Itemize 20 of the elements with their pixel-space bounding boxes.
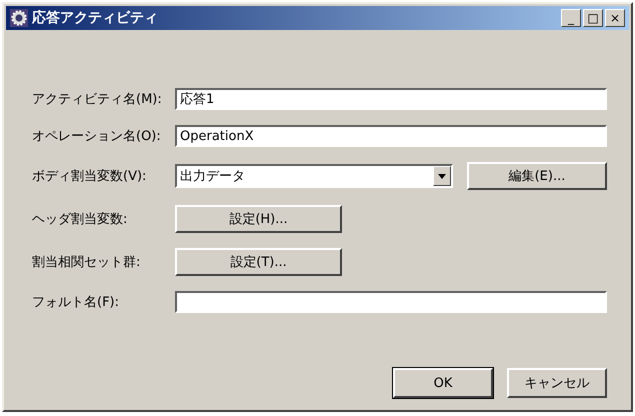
edit-button[interactable]: 編集(E)... bbox=[467, 162, 607, 190]
field-label: オペレーション名(O): bbox=[32, 128, 162, 145]
field-label: 割当相関セット群: bbox=[32, 254, 142, 271]
maximize-button[interactable]: □ bbox=[583, 9, 603, 27]
settings-button[interactable]: 設定(T)... bbox=[175, 248, 342, 276]
gear-icon bbox=[10, 9, 28, 27]
close-button[interactable]: × bbox=[605, 9, 625, 27]
dropdown-field[interactable]: 出力データ bbox=[175, 164, 453, 188]
field-label: ヘッダ割当変数: bbox=[32, 211, 128, 228]
minimize-button[interactable]: _ bbox=[561, 9, 581, 27]
window-title: 応答アクティビティ bbox=[32, 9, 158, 27]
settings-button[interactable]: 設定(H)... bbox=[175, 205, 342, 233]
ok-button[interactable]: OK bbox=[393, 368, 493, 398]
text-field[interactable] bbox=[175, 291, 607, 313]
field-label: アクティビティ名(M): bbox=[32, 91, 163, 108]
text-field[interactable]: OperationX bbox=[175, 125, 607, 147]
cancel-button[interactable]: キャンセル bbox=[507, 368, 607, 398]
field-label: ボディ割当変数(V): bbox=[32, 168, 148, 185]
field-label: フォルト名(F): bbox=[32, 294, 120, 311]
text-field[interactable]: 応答1 bbox=[175, 88, 607, 110]
